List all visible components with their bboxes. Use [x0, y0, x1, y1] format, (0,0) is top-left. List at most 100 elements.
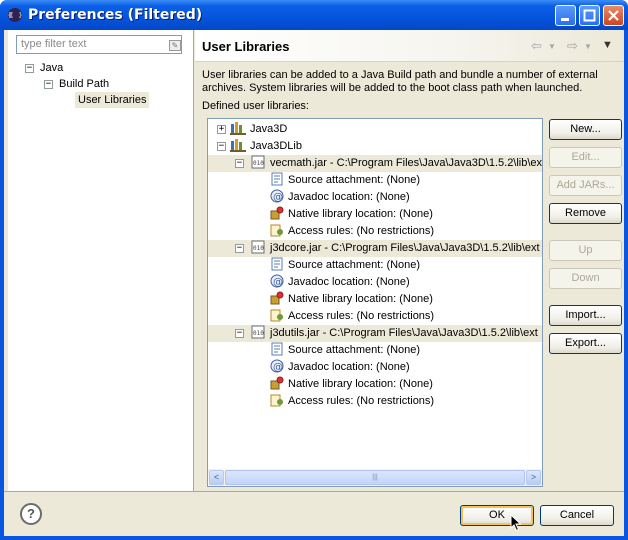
native-library-label: Native library location: (None)	[288, 208, 433, 220]
java-collapse-toggle[interactable]: −	[25, 64, 34, 73]
jar-vecmath[interactable]: 010 vecmath.jar - C:\Program Files\Java\…	[250, 155, 542, 172]
close-icon	[608, 10, 619, 21]
remove-button[interactable]: Remove	[549, 203, 622, 224]
access-rules-label: Access rules: (No restrictions)	[288, 310, 435, 322]
library-label: Java3DLib	[250, 140, 302, 152]
jar-collapse-toggle[interactable]: −	[235, 244, 244, 253]
page-title: User Libraries	[202, 39, 290, 54]
native-library-icon	[270, 206, 284, 220]
jar-j3dutils[interactable]: 010 j3dutils.jar - C:\Program Files\Java…	[250, 325, 538, 342]
filter-placeholder: type filter text	[21, 38, 87, 50]
javadoc-location-item[interactable]: @ Javadoc location: (None)	[270, 189, 410, 206]
new-button[interactable]: New...	[549, 119, 622, 140]
jar-collapse-toggle[interactable]: −	[235, 159, 244, 168]
title-bar[interactable]: Preferences (Filtered)	[0, 0, 628, 30]
access-rules-item[interactable]: Access rules: (No restrictions)	[270, 393, 434, 410]
svg-text:@: @	[273, 277, 283, 288]
source-attachment-label: Source attachment: (None)	[288, 344, 421, 356]
access-rules-item[interactable]: Access rules: (No restrictions)	[270, 223, 434, 240]
jar-collapse-toggle[interactable]: −	[235, 329, 244, 338]
access-rules-label: Access rules: (No restrictions)	[288, 225, 435, 237]
access-rules-icon	[270, 309, 283, 322]
native-library-label: Native library location: (None)	[288, 293, 433, 305]
maximize-button[interactable]	[579, 5, 600, 26]
add-jars-button[interactable]: Add JARs...	[549, 175, 622, 196]
java3dlib-collapse-toggle[interactable]: −	[217, 142, 226, 151]
scroll-left-button[interactable]: <	[209, 470, 224, 485]
filter-input[interactable]: type filter text ✎	[16, 35, 182, 54]
build-path-collapse-toggle[interactable]: −	[44, 80, 53, 89]
native-library-icon	[270, 291, 284, 305]
down-button[interactable]: Down	[549, 268, 622, 289]
source-attachment-icon	[271, 342, 283, 356]
tree-item-user-libraries[interactable]: User Libraries	[75, 92, 150, 108]
library-java3dlib[interactable]: Java3DLib	[230, 138, 302, 155]
window-title: Preferences (Filtered)	[28, 7, 203, 23]
library-icon	[230, 122, 246, 136]
import-button[interactable]: Import...	[549, 305, 622, 326]
scroll-thumb[interactable]: |||	[225, 470, 525, 485]
clear-filter-icon[interactable]: ✎	[169, 40, 181, 51]
defined-libraries-label: Defined user libraries:	[202, 100, 309, 112]
svg-text:010: 010	[253, 160, 264, 167]
forward-arrow-icon[interactable]: ⇨	[567, 38, 578, 54]
native-library-item[interactable]: Native library location: (None)	[270, 291, 433, 308]
svg-text:010: 010	[253, 330, 264, 337]
user-libraries-tree[interactable]: + Java3D − Java3DLib − 010 vecmath.jar -…	[207, 118, 543, 487]
java3d-expand-toggle[interactable]: +	[217, 125, 226, 134]
jar-label: j3dcore.jar - C:\Program Files\Java\Java…	[270, 242, 540, 254]
native-library-item[interactable]: Native library location: (None)	[270, 206, 433, 223]
library-icon	[230, 139, 246, 153]
edit-button[interactable]: Edit...	[549, 147, 622, 168]
javadoc-location-item[interactable]: @ Javadoc location: (None)	[270, 274, 410, 291]
javadoc-location-item[interactable]: @ Javadoc location: (None)	[270, 359, 410, 376]
horizontal-scrollbar[interactable]: < ||| >	[208, 469, 542, 486]
scroll-right-button[interactable]: >	[526, 470, 541, 485]
source-attachment-item[interactable]: Source attachment: (None)	[270, 342, 420, 359]
preference-page: User Libraries ⇦ ▼ ⇨ ▼ ▼ User libraries …	[195, 30, 624, 491]
jar-j3dcore[interactable]: 010 j3dcore.jar - C:\Program Files\Java\…	[250, 240, 540, 257]
back-dropdown-icon[interactable]: ▼	[548, 42, 556, 51]
access-rules-item[interactable]: Access rules: (No restrictions)	[270, 308, 434, 325]
svg-text:010: 010	[253, 245, 264, 252]
library-label: Java3D	[250, 123, 288, 135]
tree-item-java[interactable]: Java	[40, 60, 63, 76]
minimize-button[interactable]	[555, 5, 576, 26]
javadoc-location-label: Javadoc location: (None)	[288, 191, 410, 203]
jar-icon: 010	[251, 155, 265, 169]
javadoc-location-label: Javadoc location: (None)	[288, 361, 410, 373]
source-attachment-item[interactable]: Source attachment: (None)	[270, 257, 420, 274]
export-button[interactable]: Export...	[549, 333, 622, 354]
jar-icon: 010	[251, 240, 265, 254]
help-icon[interactable]: ?	[20, 503, 42, 525]
forward-dropdown-icon[interactable]: ▼	[584, 42, 592, 51]
minimize-icon	[561, 18, 569, 21]
native-library-icon	[270, 376, 284, 390]
button-bar-separator	[4, 491, 624, 492]
source-attachment-item[interactable]: Source attachment: (None)	[270, 172, 420, 189]
source-attachment-label: Source attachment: (None)	[288, 174, 421, 186]
jar-label: j3dutils.jar - C:\Program Files\Java\Jav…	[270, 327, 538, 339]
native-library-item[interactable]: Native library location: (None)	[270, 376, 433, 393]
eclipse-icon	[8, 8, 22, 22]
maximize-icon	[583, 9, 596, 22]
source-attachment-label: Source attachment: (None)	[288, 259, 421, 271]
up-button[interactable]: Up	[549, 240, 622, 261]
cancel-button[interactable]: Cancel	[540, 505, 614, 526]
access-rules-icon	[270, 394, 283, 407]
library-java3d[interactable]: Java3D	[230, 121, 287, 138]
dialog-body: type filter text ✎ − Java − Build Path U…	[4, 30, 624, 536]
javadoc-icon: @	[270, 274, 284, 288]
mouse-cursor-icon	[510, 514, 522, 532]
back-arrow-icon[interactable]: ⇦	[531, 38, 542, 54]
close-button[interactable]	[603, 5, 624, 26]
view-menu-icon[interactable]: ▼	[602, 39, 613, 51]
ok-button[interactable]: OK	[460, 505, 534, 526]
page-description: User libraries can be added to a Java Bu…	[202, 69, 598, 94]
javadoc-icon: @	[270, 359, 284, 373]
svg-text:@: @	[273, 192, 283, 203]
source-attachment-icon	[271, 172, 283, 186]
preferences-window: Preferences (Filtered) type filter text …	[0, 0, 628, 540]
tree-item-build-path[interactable]: Build Path	[59, 76, 109, 92]
javadoc-icon: @	[270, 189, 284, 203]
